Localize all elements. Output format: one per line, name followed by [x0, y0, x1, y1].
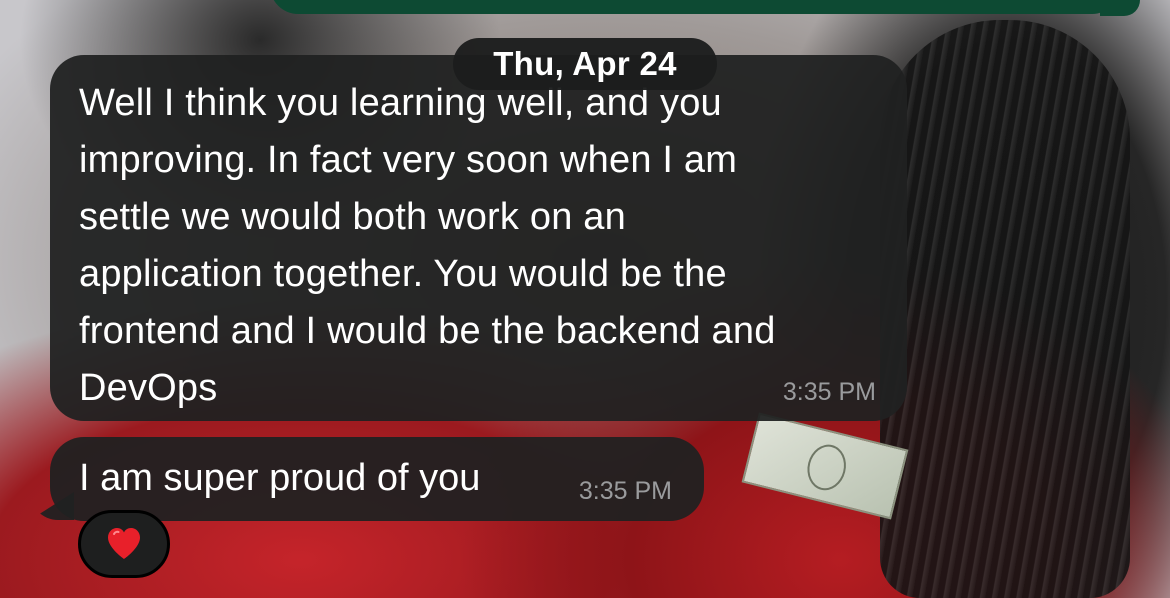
message-timestamp: 3:35 PM [782, 378, 876, 406]
message-reaction[interactable] [78, 510, 170, 578]
outgoing-bubble-tail [1100, 0, 1140, 16]
date-separator: Thu, Apr 24 [453, 38, 717, 90]
wallpaper-braids [880, 20, 1130, 598]
message-text: I am super proud of you [79, 457, 481, 499]
heart-icon [108, 528, 140, 559]
message-text: Well I think you learning well, and you … [79, 82, 776, 409]
wallpaper-bill-portrait [802, 440, 851, 495]
message-timestamp: 3:35 PM [578, 477, 672, 505]
incoming-message-bubble[interactable]: I am super proud of you 3:35 PM [50, 437, 704, 521]
outgoing-message-bubble[interactable] [270, 0, 1120, 14]
incoming-message-bubble[interactable]: Well I think you learning well, and you … [50, 55, 907, 421]
chat-screen: Well I think you learning well, and you … [0, 0, 1170, 598]
